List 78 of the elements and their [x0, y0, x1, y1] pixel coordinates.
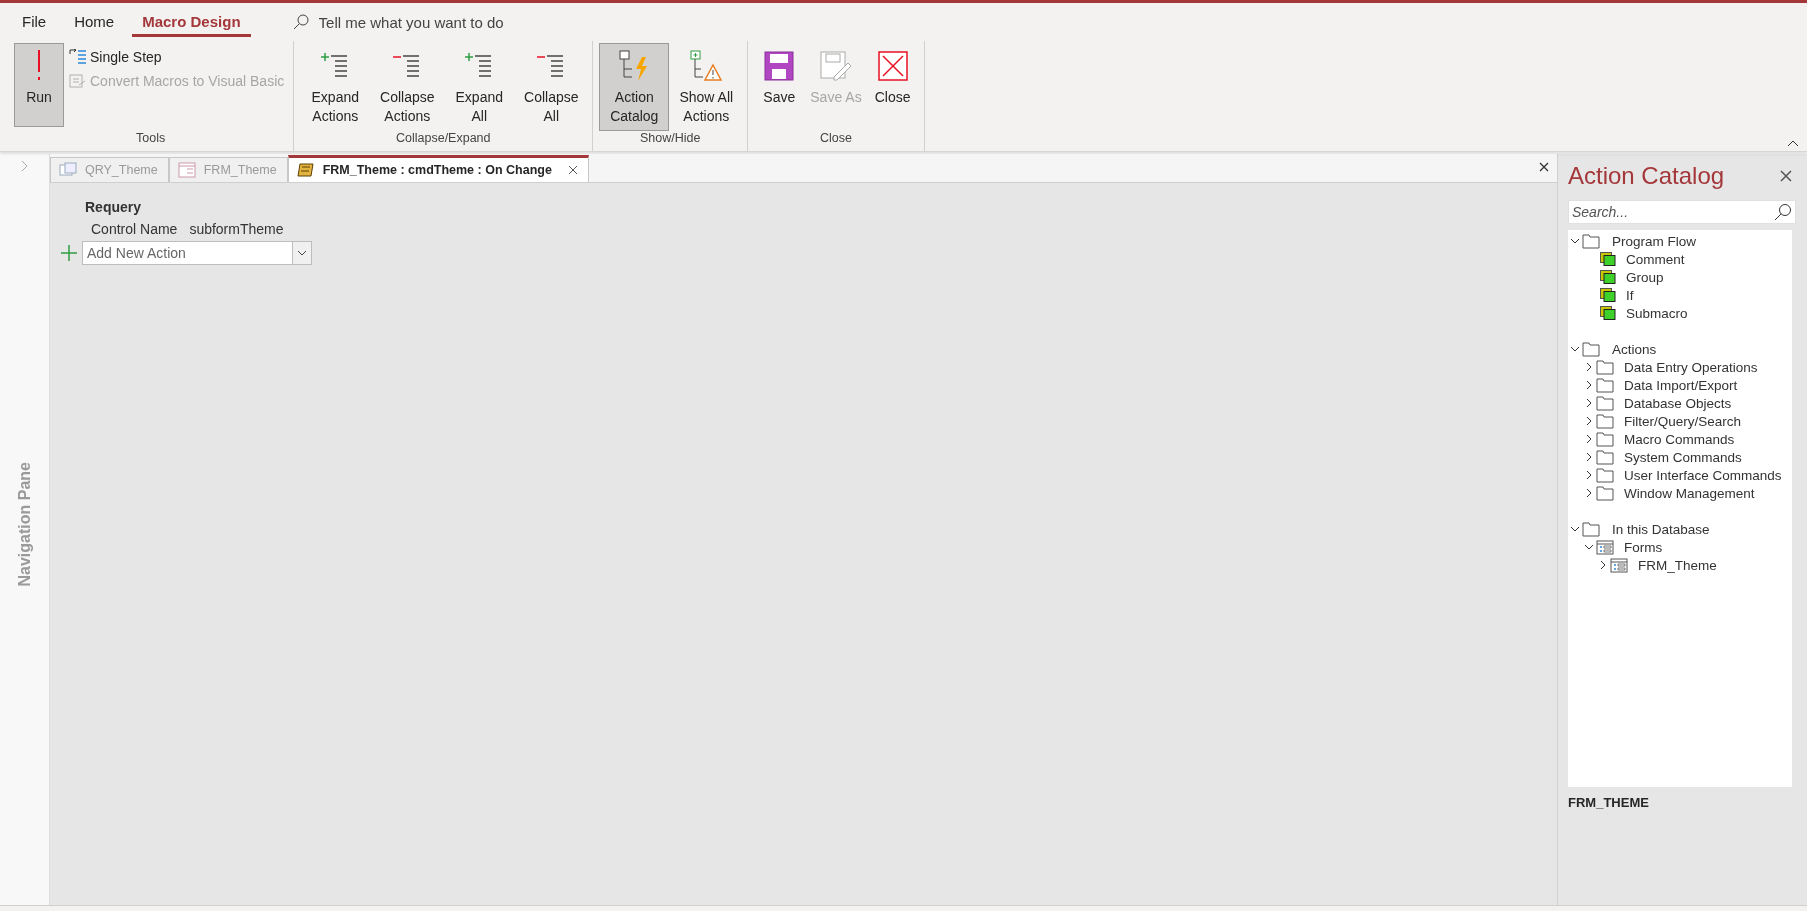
stacked-squares-icon	[1600, 288, 1616, 302]
stacked-squares-icon	[1600, 252, 1616, 266]
folder-icon	[1596, 449, 1614, 465]
close-icon[interactable]	[1539, 162, 1549, 172]
form-icon	[1596, 539, 1614, 555]
chevron-down-icon[interactable]	[1570, 344, 1580, 354]
folder-icon	[1582, 521, 1600, 537]
group-label: Tools	[135, 131, 167, 147]
pane-title: Action Catalog	[1568, 162, 1725, 190]
action-name[interactable]: Requery	[60, 199, 1557, 215]
ribbon-button[interactable]: Expand All	[444, 43, 515, 131]
tree-item[interactable]: Group	[1568, 268, 1792, 286]
tree-item[interactable]: Database Objects	[1568, 394, 1792, 412]
close-icon[interactable]	[1780, 170, 1792, 182]
ribbon-button[interactable]: Action Catalog	[599, 43, 670, 131]
ribbon-tab[interactable]: Macro Design	[132, 7, 251, 37]
tree-item[interactable]: Submacro	[1568, 304, 1792, 322]
add-action-field[interactable]: Add New Action	[82, 241, 292, 265]
close-icon	[877, 51, 908, 81]
folder-icon	[1596, 431, 1614, 447]
stacked-squares-icon	[1600, 270, 1616, 284]
form-icon	[1610, 557, 1628, 573]
tree-warning-icon	[689, 49, 724, 83]
chevron-right-icon[interactable]	[1598, 560, 1608, 570]
folder-icon	[1596, 467, 1614, 483]
argument-value[interactable]: subformTheme	[189, 221, 284, 237]
argument-name: Control Name	[91, 221, 178, 237]
ribbon-button[interactable]: Show All Actions	[671, 43, 742, 131]
ribbon-button[interactable]: Save	[754, 43, 805, 112]
selected-object-label: FRM_THEME	[1568, 795, 1650, 810]
tree-item[interactable]: Actions	[1568, 340, 1792, 358]
tree-item[interactable]: FRM_Theme	[1568, 556, 1792, 574]
ribbon-button[interactable]: Single Step	[66, 46, 288, 68]
step-icon	[69, 49, 87, 65]
folder-icon	[1596, 413, 1614, 429]
group-label: Collapse/Expand	[395, 131, 492, 147]
ribbon-button[interactable]: Collapse Actions	[372, 43, 443, 131]
tree-item[interactable]: User Interface Commands	[1568, 466, 1792, 484]
exclamation-icon	[35, 50, 43, 82]
group-label: Show/Hide	[639, 131, 702, 147]
ribbon-button[interactable]: Close	[867, 43, 918, 112]
tree-item[interactable]: In this Database	[1568, 520, 1792, 538]
tree-item[interactable]: Data Import/Export	[1568, 376, 1792, 394]
ribbon-button[interactable]: Run	[14, 43, 64, 127]
tree-item[interactable]: Window Management	[1568, 484, 1792, 502]
folder-icon	[1582, 341, 1600, 357]
tree-item[interactable]: Forms	[1568, 538, 1792, 556]
tree-item[interactable]: Data Entry Operations	[1568, 358, 1792, 376]
form-icon	[177, 162, 196, 178]
tree-item[interactable]: If	[1568, 286, 1792, 304]
tell-me-field[interactable]: Tell me what you want to do	[316, 12, 581, 32]
folder-icon	[1596, 485, 1614, 501]
floppy-pencil-icon	[819, 51, 852, 81]
folder-icon	[1582, 233, 1600, 249]
tree-item[interactable]: System Commands	[1568, 448, 1792, 466]
folder-icon	[1596, 395, 1614, 411]
convert-icon	[69, 73, 87, 89]
collapse-ribbon-icon[interactable]	[1787, 139, 1799, 147]
folder-icon	[1596, 359, 1614, 375]
chevron-down-icon[interactable]	[297, 249, 307, 257]
scroll-icon	[296, 162, 315, 178]
ribbon-button[interactable]: Collapse All	[516, 43, 587, 131]
close-icon[interactable]	[567, 165, 578, 175]
chevron-down-icon[interactable]	[1570, 236, 1580, 246]
tree-item[interactable]: Comment	[1568, 250, 1792, 268]
table-icon	[59, 162, 77, 178]
stacked-squares-icon	[1600, 306, 1616, 320]
ribbon-tab[interactable]: File	[12, 7, 57, 37]
ribbon-button[interactable]: Expand Actions	[300, 43, 371, 131]
folder-icon	[1596, 377, 1614, 393]
tree-item[interactable]: Macro Commands	[1568, 430, 1792, 448]
tree-item[interactable]: Program Flow	[1568, 232, 1792, 250]
search-field[interactable]: Search...	[1568, 200, 1796, 224]
group-label: Close	[818, 131, 853, 147]
search-icon	[292, 14, 309, 30]
tree-item[interactable]: Filter/Query/Search	[1568, 412, 1792, 430]
ribbon-tab[interactable]: Home	[64, 7, 125, 37]
document-tab[interactable]: FRM_Theme : cmdTheme : On Change	[287, 155, 589, 182]
